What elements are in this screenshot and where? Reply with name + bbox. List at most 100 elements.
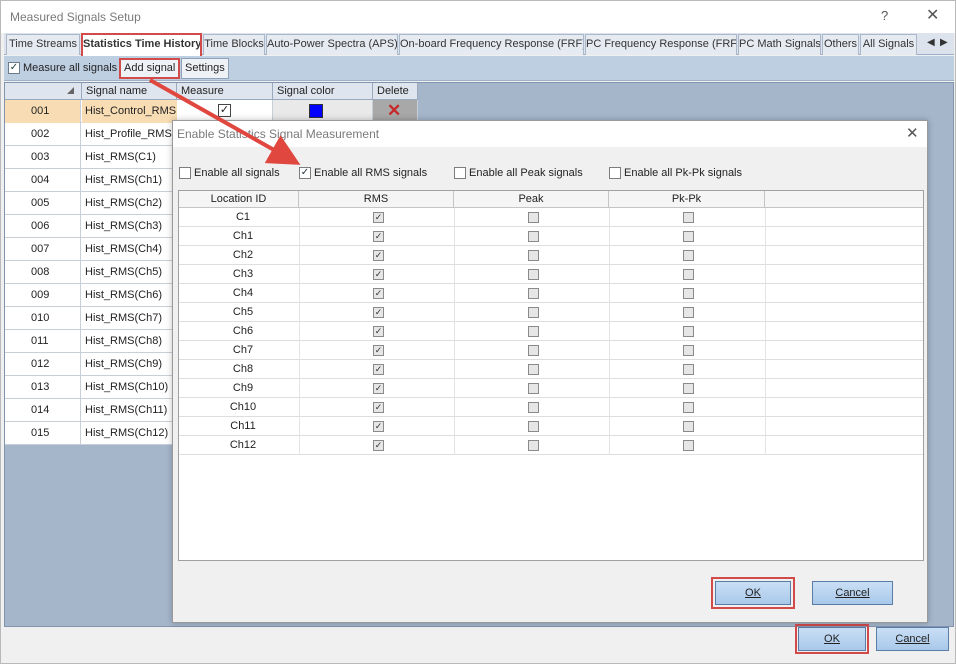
table-row[interactable]: 012 Hist_RMS(Ch9) [5,353,177,376]
tab-aps[interactable]: Auto-Power Spectra (APS) [266,34,398,55]
pkpk-checkbox[interactable] [683,383,694,394]
pkpk-checkbox[interactable] [683,440,694,451]
settings-button[interactable]: Settings [181,58,229,79]
measure-all-checkbox[interactable]: ✓ [8,62,20,74]
table-row[interactable]: 004 Hist_RMS(Ch1) [5,169,177,192]
measure-checkbox[interactable]: ✓ [218,104,231,117]
table-row: Ch4 ✓ [179,284,923,303]
table-row: Ch8 ✓ [179,360,923,379]
pkpk-checkbox[interactable] [683,307,694,318]
rms-checkbox[interactable]: ✓ [373,402,384,413]
tab-next-icon[interactable]: ▶ [940,37,948,48]
header-rms[interactable]: RMS [299,191,454,208]
peak-checkbox[interactable] [528,231,539,242]
peak-checkbox[interactable] [528,269,539,280]
table-row[interactable]: 011 Hist_RMS(Ch8) [5,330,177,353]
pkpk-checkbox[interactable] [683,421,694,432]
peak-checkbox[interactable] [528,345,539,356]
column-divider [299,208,300,455]
peak-checkbox[interactable] [528,326,539,337]
help-icon[interactable]: ? [881,8,888,23]
header-location-id[interactable]: Location ID [179,191,299,208]
rms-checkbox[interactable]: ✓ [373,212,384,223]
enable-all-pkpk-checkbox[interactable] [609,167,621,179]
row-id: 003 [5,146,81,169]
table-row[interactable]: 008 Hist_RMS(Ch5) [5,261,177,284]
row-name: Hist_RMS(Ch11) [85,404,168,416]
tab-time-streams[interactable]: Time Streams [6,34,80,55]
table-row[interactable]: 001 Hist_Control_RMS [5,100,177,123]
add-signal-button[interactable]: Add signal [119,58,181,79]
main-cancel-button[interactable]: Cancel [876,627,949,651]
color-swatch[interactable] [309,104,323,118]
peak-checkbox[interactable] [528,212,539,223]
enable-all-signals-checkbox[interactable] [179,167,191,179]
row-id: 004 [5,169,81,192]
rms-checkbox[interactable]: ✓ [373,440,384,451]
rms-checkbox[interactable]: ✓ [373,288,384,299]
pkpk-checkbox[interactable] [683,364,694,375]
delete-icon[interactable]: ✕ [387,101,401,121]
pkpk-checkbox[interactable] [683,269,694,280]
tab-statistics-time-history[interactable]: Statistics Time History [81,33,202,56]
tab-all-signals[interactable]: All Signals [860,34,917,55]
tab-pc-math-signals[interactable]: PC Math Signals [738,34,821,55]
header-pkpk[interactable]: Pk-Pk [609,191,765,208]
tab-time-blocks[interactable]: Time Blocks [203,34,265,55]
header-delete[interactable]: Delete [373,83,418,100]
table-row: Ch3 ✓ [179,265,923,284]
rms-checkbox[interactable]: ✓ [373,421,384,432]
pkpk-checkbox[interactable] [683,250,694,261]
pkpk-checkbox[interactable] [683,212,694,223]
peak-checkbox[interactable] [528,402,539,413]
header-signal-name[interactable]: Signal name [82,83,177,100]
enable-all-rms-checkbox[interactable]: ✓ [299,167,311,179]
table-row[interactable]: 014 Hist_RMS(Ch11) [5,399,177,422]
table-row[interactable]: 003 Hist_RMS(C1) [5,146,177,169]
peak-checkbox[interactable] [528,383,539,394]
tab-onboard-frf[interactable]: On-board Frequency Response (FRF) [399,34,584,55]
pkpk-checkbox[interactable] [683,326,694,337]
peak-checkbox[interactable] [528,440,539,451]
table-row[interactable]: 005 Hist_RMS(Ch2) [5,192,177,215]
header-peak[interactable]: Peak [454,191,609,208]
peak-checkbox[interactable] [528,421,539,432]
tab-pc-frf[interactable]: PC Frequency Response (FRF) [585,34,737,55]
rms-checkbox[interactable]: ✓ [373,250,384,261]
pkpk-checkbox[interactable] [683,288,694,299]
enable-all-peak-checkbox[interactable] [454,167,466,179]
rms-checkbox[interactable]: ✓ [373,345,384,356]
peak-checkbox[interactable] [528,288,539,299]
dialog-cancel-button[interactable]: Cancel [812,581,893,605]
peak-checkbox[interactable] [528,250,539,261]
rms-checkbox[interactable]: ✓ [373,269,384,280]
peak-checkbox[interactable] [528,364,539,375]
pkpk-checkbox[interactable] [683,345,694,356]
main-ok-button[interactable]: OK [795,624,869,654]
table-row[interactable]: 002 Hist_Profile_RMS [5,123,177,146]
header-measure[interactable]: Measure [177,83,273,100]
pkpk-checkbox[interactable] [683,402,694,413]
table-row[interactable]: 015 Hist_RMS(Ch12) [5,422,177,445]
location-id-cell: Ch10 [229,401,257,413]
tab-others[interactable]: Others [822,34,859,55]
dialog-close-icon[interactable]: ✕ [906,124,919,142]
close-icon[interactable]: ✕ [926,5,939,25]
table-row[interactable]: 009 Hist_RMS(Ch6) [5,284,177,307]
row-name: Hist_RMS(Ch5) [85,266,163,278]
rms-checkbox[interactable]: ✓ [373,326,384,337]
header-signal-color[interactable]: Signal color [273,83,373,100]
rms-checkbox[interactable]: ✓ [373,383,384,394]
peak-checkbox[interactable] [528,307,539,318]
tab-prev-icon[interactable]: ◀ [927,37,935,48]
rms-checkbox[interactable]: ✓ [373,307,384,318]
header-filler [765,191,923,208]
pkpk-checkbox[interactable] [683,231,694,242]
table-row[interactable]: 010 Hist_RMS(Ch7) [5,307,177,330]
rms-checkbox[interactable]: ✓ [373,231,384,242]
table-row[interactable]: 013 Hist_RMS(Ch10) [5,376,177,399]
table-row[interactable]: 006 Hist_RMS(Ch3) [5,215,177,238]
rms-checkbox[interactable]: ✓ [373,364,384,375]
table-row[interactable]: 007 Hist_RMS(Ch4) [5,238,177,261]
dialog-ok-button[interactable]: OK [711,577,795,609]
